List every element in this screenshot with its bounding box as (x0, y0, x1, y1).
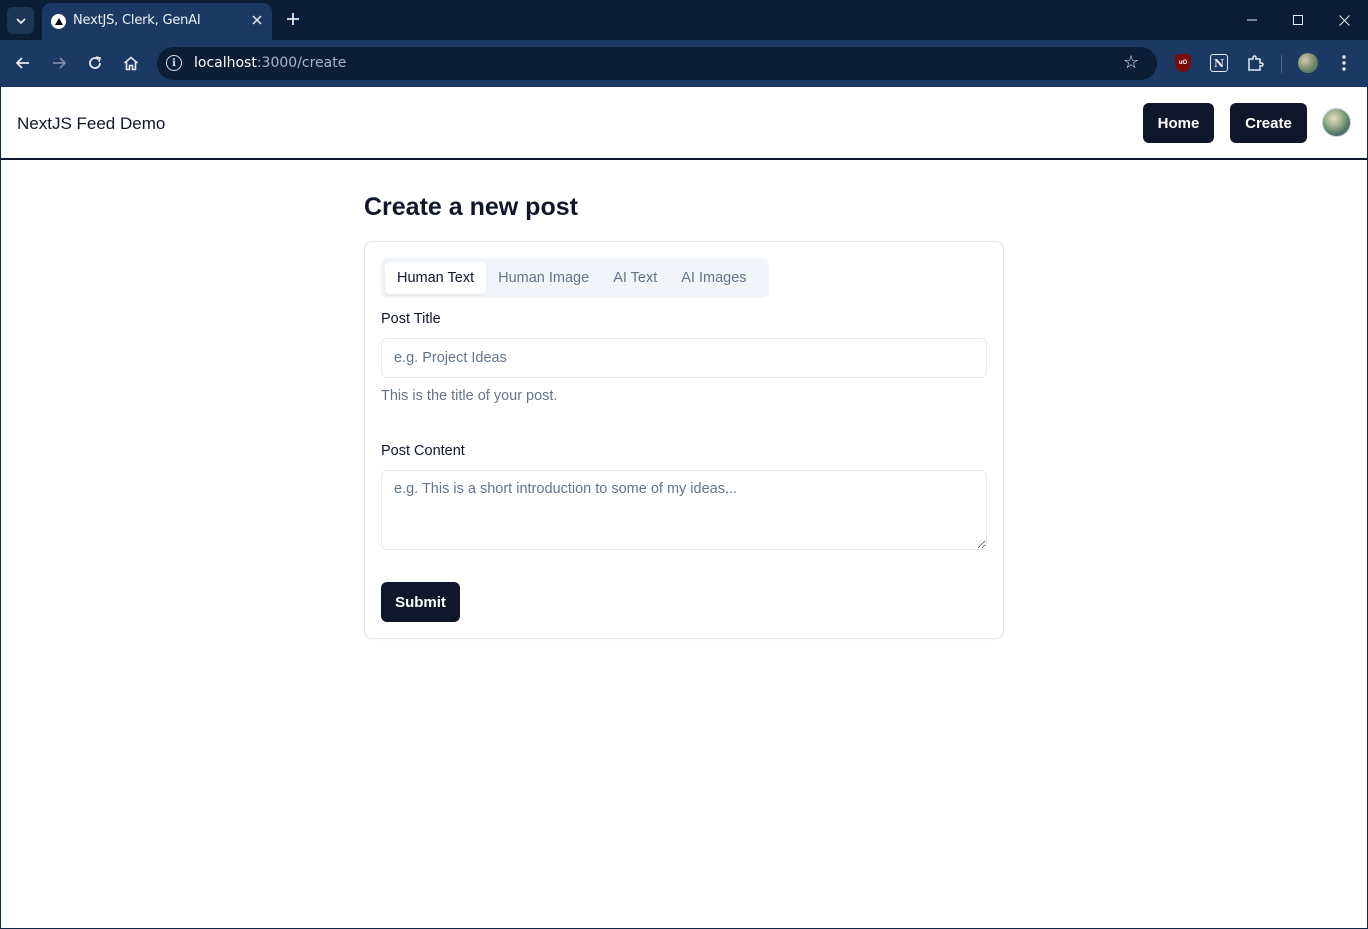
url-text: localhost:3000/create (194, 55, 346, 71)
post-content-label: Post Content (381, 443, 465, 459)
post-title-description: This is the title of your post. (381, 388, 558, 404)
site-info-icon[interactable]: i (166, 55, 182, 71)
post-title-label: Post Title (381, 311, 441, 327)
tab-human-image[interactable]: Human Image (486, 262, 601, 294)
tab-title: NextJS, Clerk, GenAI (73, 13, 201, 28)
nextjs-favicon-icon (51, 14, 66, 29)
submit-button[interactable]: Submit (381, 582, 460, 622)
user-avatar[interactable] (1322, 108, 1351, 137)
back-arrow-left-icon[interactable] (11, 51, 35, 75)
toolbar-separator (1281, 55, 1282, 73)
bookmark-star-icon[interactable]: ☆ (1123, 52, 1139, 73)
tab-close-icon[interactable] (248, 11, 266, 29)
post-content-textarea[interactable] (381, 470, 987, 550)
site-navbar: NextJS Feed Demo Home Create (1, 87, 1367, 160)
tab-ai-text[interactable]: AI Text (601, 262, 669, 294)
home-icon[interactable] (119, 51, 143, 75)
window-close-icon[interactable] (1332, 8, 1356, 32)
page: NextJS Feed Demo Home Create Create a ne… (1, 87, 1367, 928)
extensions-puzzle-icon[interactable] (1243, 51, 1267, 75)
tab-ai-images[interactable]: AI Images (669, 262, 758, 294)
tab-human-text[interactable]: Human Text (385, 262, 487, 294)
browser-menu-kebab-icon[interactable] (1332, 51, 1356, 75)
url-path: :3000/create (256, 55, 347, 71)
post-type-tabs: Human Text Human Image AI Text AI Images (381, 258, 769, 298)
tab-search-chevron-down-icon[interactable] (7, 7, 34, 34)
tab-strip: NextJS, Clerk, GenAI (0, 0, 1368, 40)
url-host: localhost (194, 55, 257, 71)
ublock-extension-icon[interactable]: uO (1171, 51, 1195, 75)
new-tab-plus-icon[interactable] (282, 8, 304, 30)
post-title-input[interactable] (381, 338, 987, 378)
create-button[interactable]: Create (1230, 103, 1307, 143)
browser-tab[interactable]: NextJS, Clerk, GenAI (42, 3, 272, 40)
forward-arrow-right-icon[interactable] (47, 51, 71, 75)
address-bar[interactable]: i localhost:3000/create ☆ (157, 47, 1157, 80)
browser-chrome: NextJS, Clerk, GenAI i localhost:3000/cr… (0, 0, 1368, 87)
notion-extension-icon[interactable]: N (1207, 51, 1231, 75)
ublock-badge: uO (1175, 54, 1191, 72)
page-title: Create a new post (364, 193, 578, 221)
profile-avatar[interactable] (1296, 51, 1320, 75)
brand-title[interactable]: NextJS Feed Demo (17, 114, 165, 134)
maximize-icon[interactable] (1286, 8, 1310, 32)
reload-icon[interactable] (83, 51, 107, 75)
home-button[interactable]: Home (1143, 103, 1214, 143)
create-post-card: Human Text Human Image AI Text AI Images… (364, 241, 1004, 639)
minimize-icon[interactable] (1240, 8, 1264, 32)
browser-toolbar: i localhost:3000/create ☆ uO N (0, 40, 1368, 87)
